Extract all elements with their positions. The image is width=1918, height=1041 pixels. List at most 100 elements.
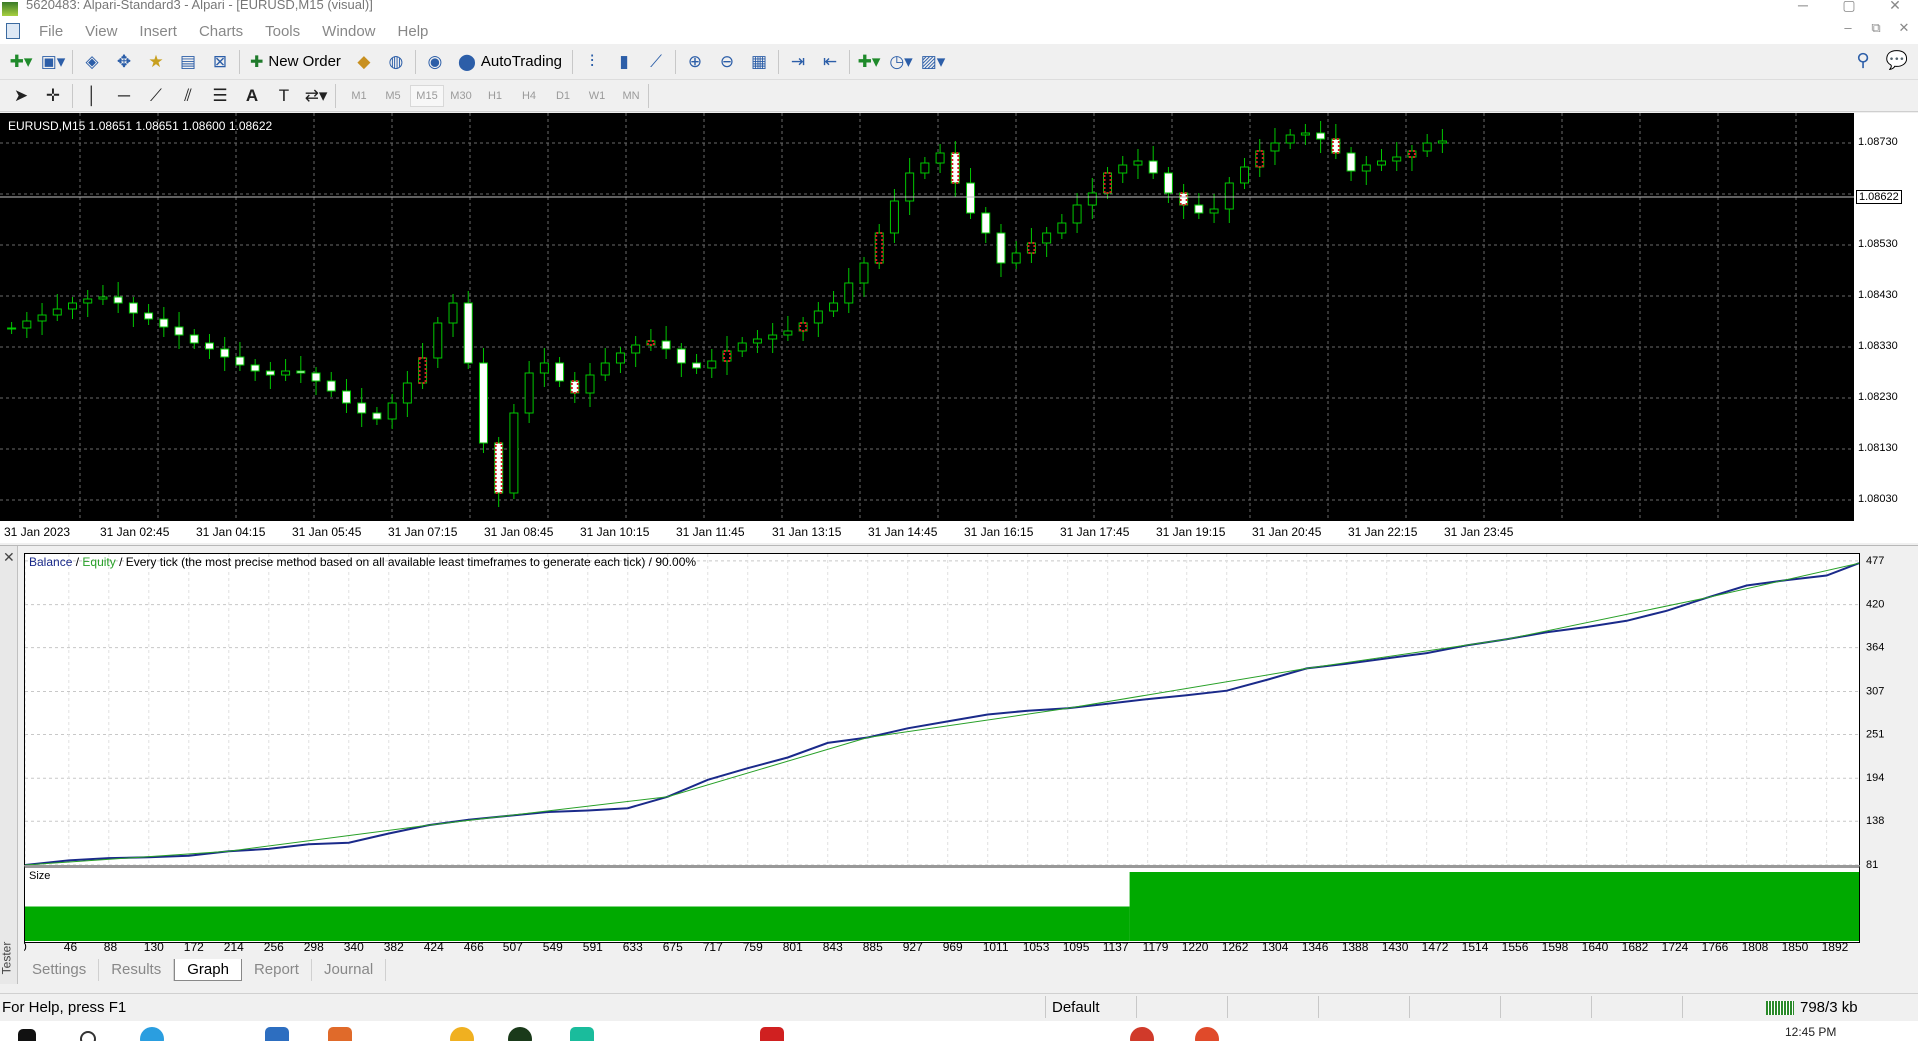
periods-icon[interactable]: ◷▾: [888, 49, 914, 75]
signals-icon[interactable]: ◍: [383, 49, 409, 75]
timeframe-w1[interactable]: W1: [580, 90, 614, 102]
zoom-out-icon[interactable]: ⊖: [714, 49, 740, 75]
candle-body: [204, 342, 214, 350]
store-icon[interactable]: [265, 1027, 289, 1041]
search-icon[interactable]: ⚲: [1856, 50, 1869, 71]
candle-body: [1270, 142, 1280, 152]
price-tick-label: 1.08030: [1858, 493, 1898, 505]
time-tick-label: 31 Jan 16:15: [964, 525, 1034, 539]
menu-help[interactable]: Help: [387, 23, 440, 40]
bar-chart-icon[interactable]: ⫶: [579, 49, 605, 75]
balance-plot: [25, 554, 1859, 865]
tab-results[interactable]: Results: [99, 959, 175, 981]
tab-graph[interactable]: Graph: [174, 959, 242, 981]
new-chart-icon[interactable]: ✚▾: [8, 49, 34, 75]
tile-windows-icon[interactable]: ▦: [746, 49, 772, 75]
connection-status[interactable]: 798/3 kb: [1766, 999, 1858, 1016]
strategy-tester-icon[interactable]: ⊠: [207, 49, 233, 75]
timeframe-m15[interactable]: M15: [410, 84, 444, 107]
menu-tools[interactable]: Tools: [254, 23, 311, 40]
menu-window[interactable]: Window: [311, 23, 386, 40]
chat-icon[interactable]: 💬: [1886, 50, 1908, 71]
terminal-icon[interactable]: ▤: [175, 49, 201, 75]
search-taskbar-icon[interactable]: [80, 1031, 96, 1041]
close-button[interactable]: ✕: [1872, 0, 1918, 18]
mdi-restore-button[interactable]: ⧉: [1862, 20, 1890, 36]
data-window-icon[interactable]: ✥: [111, 49, 137, 75]
market-icon[interactable]: ◉: [422, 49, 448, 75]
fibonacci-icon[interactable]: ☰: [207, 83, 233, 109]
close-panel-icon[interactable]: ✕: [3, 549, 15, 566]
new-order-button[interactable]: ✚ New Order: [246, 49, 345, 75]
text-label-icon[interactable]: T: [271, 83, 297, 109]
candle-body: [250, 364, 260, 372]
menu-file[interactable]: File: [28, 23, 74, 40]
chart-shift-icon[interactable]: ⇤: [817, 49, 843, 75]
timeframe-d1[interactable]: D1: [546, 90, 580, 102]
cursor-icon[interactable]: ➤: [8, 83, 34, 109]
legend-separator: /: [72, 555, 83, 569]
candle-body: [1224, 182, 1234, 210]
menu-bar: File View Insert Charts Tools Window Hel…: [0, 18, 1918, 44]
candlestick-icon[interactable]: ▮: [611, 49, 637, 75]
menu-view[interactable]: View: [74, 23, 128, 40]
mdi-close-button[interactable]: ✕: [1890, 20, 1918, 36]
timeframe-mn[interactable]: MN: [614, 90, 648, 102]
metaeditor-icon[interactable]: ◆: [351, 49, 377, 75]
tab-journal[interactable]: Journal: [312, 959, 387, 981]
timeframe-m1[interactable]: M1: [342, 90, 376, 102]
time-tick-label: 31 Jan 05:45: [292, 525, 362, 539]
menu-insert[interactable]: Insert: [128, 23, 188, 40]
browser-icon[interactable]: [1195, 1027, 1219, 1041]
tab-settings[interactable]: Settings: [20, 959, 100, 981]
minimize-button[interactable]: ─: [1780, 0, 1826, 18]
trendline-icon[interactable]: ⟋: [143, 83, 169, 109]
timeframe-m5[interactable]: M5: [376, 90, 410, 102]
document-icon[interactable]: [6, 23, 20, 39]
price-chart[interactable]: 1.08730 1.08530 1.08430 1.08330 1.08230 1.081…: [0, 113, 1918, 543]
app-icon-2[interactable]: [450, 1027, 474, 1041]
app-icon-3[interactable]: [508, 1027, 532, 1041]
symbol-info: EURUSD,M15 1.08651 1.08651 1.08600 1.086…: [8, 119, 273, 133]
mdi-minimize-button[interactable]: –: [1834, 20, 1862, 36]
profiles-icon[interactable]: ▣▾: [40, 49, 66, 75]
navigator-icon[interactable]: ★: [143, 49, 169, 75]
app-icon-4[interactable]: [570, 1027, 594, 1041]
horizontal-line-icon[interactable]: ─: [111, 83, 137, 109]
balance-x-tick-label: 885: [863, 940, 883, 954]
maximize-button[interactable]: ▢: [1826, 0, 1872, 18]
balance-y-tick-label: 138: [1866, 815, 1884, 827]
menu-charts[interactable]: Charts: [188, 23, 254, 40]
edge-icon[interactable]: [140, 1027, 164, 1041]
templates-icon[interactable]: ▨▾: [920, 49, 946, 75]
balance-x-tick-label: 172: [184, 940, 204, 954]
candle-body: [326, 380, 336, 392]
chrome-icon[interactable]: [1130, 1027, 1154, 1041]
balance-x-tick-label: 1430: [1382, 940, 1409, 954]
start-icon[interactable]: [18, 1029, 36, 1041]
candle-body: [128, 302, 138, 314]
timeframe-h4[interactable]: H4: [512, 90, 546, 102]
equidistant-channel-icon[interactable]: ⫽: [175, 83, 201, 109]
balance-x-tick-label: 214: [224, 940, 244, 954]
candle-body: [600, 362, 610, 376]
balance-x-tick-label: 382: [384, 940, 404, 954]
indicators-icon[interactable]: ✚▾: [856, 49, 882, 75]
autotrading-button[interactable]: ⬤ AutoTrading: [454, 49, 566, 75]
candle-body: [387, 402, 397, 420]
auto-scroll-icon[interactable]: ⇥: [785, 49, 811, 75]
separator: [648, 83, 649, 108]
app-icon-1[interactable]: [328, 1027, 352, 1041]
arrows-icon[interactable]: ⇄▾: [303, 83, 329, 109]
timeframe-m30[interactable]: M30: [444, 90, 478, 102]
app-icon-5[interactable]: [760, 1027, 784, 1041]
zoom-in-icon[interactable]: ⊕: [682, 49, 708, 75]
crosshair-icon[interactable]: ✛: [40, 83, 66, 109]
text-icon[interactable]: A: [239, 83, 265, 109]
market-watch-icon[interactable]: ◈: [79, 49, 105, 75]
balance-x-tick-label: 1137: [1103, 940, 1129, 954]
line-chart-icon[interactable]: ⟋: [643, 49, 669, 75]
vertical-line-icon[interactable]: │: [79, 83, 105, 109]
timeframe-h1[interactable]: H1: [478, 90, 512, 102]
tab-report[interactable]: Report: [242, 959, 312, 981]
